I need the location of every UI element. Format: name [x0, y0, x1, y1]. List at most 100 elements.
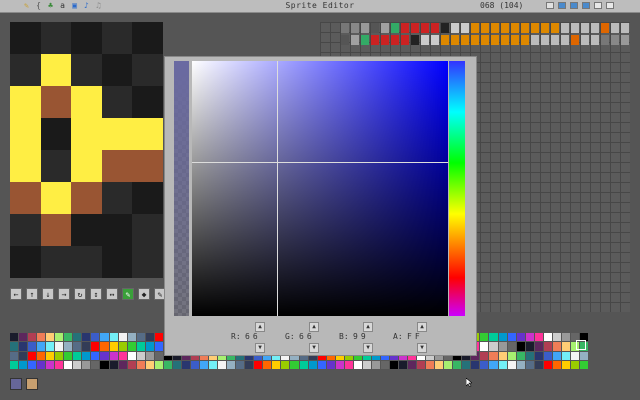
palette-color[interactable]: [317, 360, 326, 369]
palette-color[interactable]: [91, 333, 100, 342]
palette-color[interactable]: [73, 333, 82, 342]
palette-color[interactable]: [525, 342, 534, 351]
palette-color[interactable]: [109, 333, 118, 342]
palette-color[interactable]: [28, 333, 37, 342]
sprite-thumbnail[interactable]: [581, 23, 589, 33]
flip-vertical-icon[interactable]: ↕: [90, 288, 102, 300]
palette-color[interactable]: [498, 333, 507, 342]
palette-settings-button[interactable]: [26, 378, 38, 390]
palette-color[interactable]: [561, 360, 570, 369]
sprite-thumbnail[interactable]: [571, 35, 579, 45]
current-color-swatch[interactable]: [10, 378, 22, 390]
palette-color[interactable]: [417, 360, 426, 369]
sprite-thumbnail[interactable]: [391, 23, 399, 33]
palette-color[interactable]: [91, 351, 100, 360]
sprite-pixel[interactable]: [40, 54, 72, 86]
palette-color[interactable]: [227, 360, 236, 369]
sprite-pixel[interactable]: [40, 22, 72, 54]
sprite-pixel[interactable]: [71, 54, 102, 86]
sprite-pixel[interactable]: [101, 214, 133, 246]
hue-slider[interactable]: [449, 61, 465, 316]
save-icon[interactable]: [582, 2, 590, 9]
palette-color[interactable]: [190, 360, 199, 369]
palette-color[interactable]: [236, 360, 245, 369]
palette-color[interactable]: [335, 360, 344, 369]
palette-color[interactable]: [10, 360, 19, 369]
sprite-thumbnail[interactable]: [361, 35, 369, 45]
palette-color[interactable]: [118, 342, 127, 351]
palette-color[interactable]: [444, 360, 453, 369]
paste-icon[interactable]: [606, 2, 614, 9]
palette-color[interactable]: [37, 342, 46, 351]
redo-icon[interactable]: [570, 2, 578, 9]
palette-color[interactable]: [543, 351, 552, 360]
palette-color[interactable]: [281, 360, 290, 369]
shift-down-icon[interactable]: ↓: [42, 288, 54, 300]
palette-color[interactable]: [154, 333, 163, 342]
sprite-thumbnail[interactable]: [381, 23, 389, 33]
palette-color[interactable]: [118, 333, 127, 342]
palette-color[interactable]: [480, 333, 489, 342]
palette-color[interactable]: [362, 360, 371, 369]
sprite-thumbnail[interactable]: [531, 35, 539, 45]
palette-color[interactable]: [145, 351, 154, 360]
sprite-thumbnail[interactable]: [591, 23, 599, 33]
palette-color[interactable]: [371, 360, 380, 369]
palette-color[interactable]: [516, 360, 525, 369]
sprite-pixel[interactable]: [101, 86, 133, 118]
sprite-thumbnail[interactable]: [371, 35, 379, 45]
sprite-thumbnail[interactable]: [371, 23, 379, 33]
palette-color[interactable]: [136, 333, 145, 342]
sprite-thumbnail[interactable]: [421, 35, 429, 45]
palette-color[interactable]: [426, 360, 435, 369]
palette-color[interactable]: [136, 351, 145, 360]
sprite-thumbnail[interactable]: [411, 23, 419, 33]
palette-color[interactable]: [64, 360, 73, 369]
palette-color[interactable]: [127, 351, 136, 360]
palette-color[interactable]: [46, 360, 55, 369]
palette-color[interactable]: [308, 360, 317, 369]
palette-color[interactable]: [73, 351, 82, 360]
palette-color[interactable]: [145, 360, 154, 369]
palette-color[interactable]: [100, 342, 109, 351]
sprite-pixel[interactable]: [132, 54, 163, 86]
sprite-thumbnail[interactable]: [551, 23, 559, 33]
palette-color[interactable]: [489, 360, 498, 369]
palette-color[interactable]: [46, 351, 55, 360]
sprite-pixel[interactable]: [132, 246, 163, 278]
sprite-pixel[interactable]: [40, 246, 72, 278]
rotate-icon[interactable]: ↻: [74, 288, 86, 300]
sprite-pixel[interactable]: [101, 118, 133, 150]
sprite-thumbnail[interactable]: [531, 23, 539, 33]
flip-horizontal-icon[interactable]: ↔: [106, 288, 118, 300]
sprite-pixel[interactable]: [132, 22, 163, 54]
palette-color[interactable]: [209, 360, 218, 369]
palette-color[interactable]: [64, 333, 73, 342]
palette-color[interactable]: [82, 333, 91, 342]
palette-color[interactable]: [326, 360, 335, 369]
palette-color[interactable]: [579, 360, 588, 369]
palette-color[interactable]: [543, 333, 552, 342]
sprite-pixel[interactable]: [71, 22, 102, 54]
palette-color[interactable]: [498, 360, 507, 369]
palette-color[interactable]: [28, 360, 37, 369]
sprite-pixel[interactable]: [71, 86, 102, 118]
palette-color[interactable]: [127, 333, 136, 342]
sprite-thumbnail[interactable]: [551, 35, 559, 45]
sprite-thumbnail[interactable]: [561, 35, 569, 45]
palette-color[interactable]: [10, 351, 19, 360]
alpha-slider[interactable]: [174, 61, 189, 316]
palette-color[interactable]: [399, 360, 408, 369]
palette-color[interactable]: [272, 360, 281, 369]
palette-color[interactable]: [534, 333, 543, 342]
sprite-thumbnail[interactable]: [571, 23, 579, 33]
palette-color[interactable]: [516, 351, 525, 360]
palette-color[interactable]: [19, 333, 28, 342]
palette-color[interactable]: [534, 360, 543, 369]
alpha-increment-button[interactable]: ▲: [417, 322, 427, 332]
sprite-thumbnail[interactable]: [351, 35, 359, 45]
sprite-thumbnail[interactable]: [421, 23, 429, 33]
palette-color[interactable]: [516, 342, 525, 351]
sprite-thumbnail[interactable]: [611, 35, 619, 45]
sprite-thumbnail[interactable]: [471, 35, 479, 45]
